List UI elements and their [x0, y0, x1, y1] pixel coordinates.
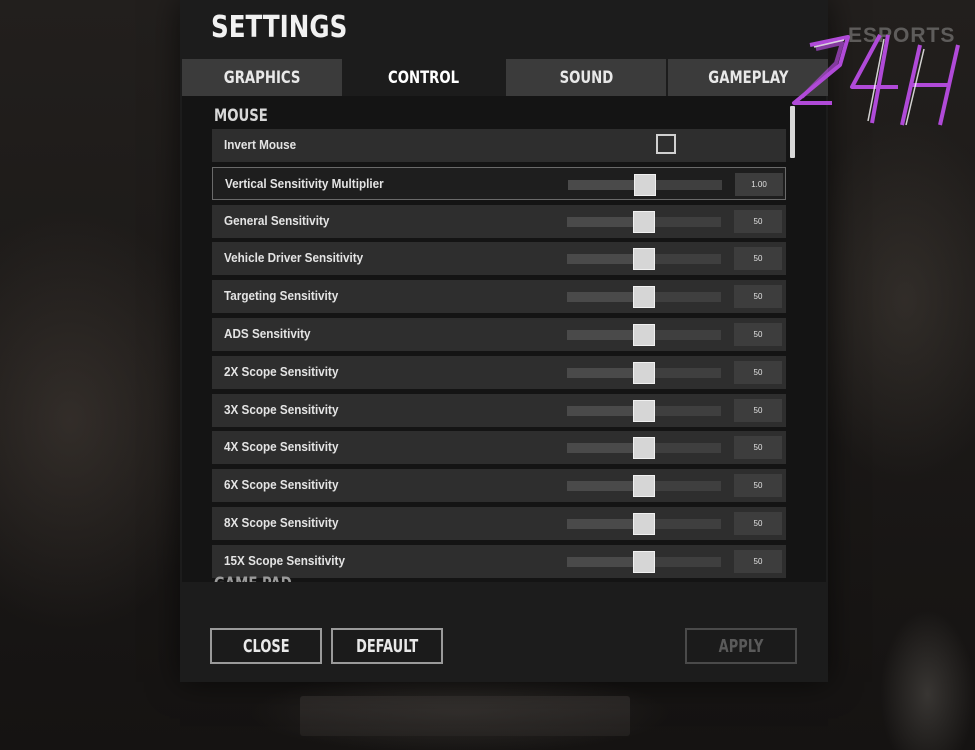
- close-button-label: CLOSE: [242, 635, 290, 657]
- setting-row[interactable]: 15X Scope Sensitivity 50: [212, 544, 786, 578]
- settings-window: SETTINGS GRAPHICS CONTROL SOUND GAMEPLAY…: [180, 0, 828, 682]
- settings-tabs: GRAPHICS CONTROL SOUND GAMEPLAY: [182, 59, 828, 96]
- setting-label: Targeting Sensitivity: [224, 288, 339, 304]
- setting-row[interactable]: Invert Mouse: [212, 129, 786, 162]
- sensitivity-value-field[interactable]: 50: [734, 209, 782, 233]
- setting-label: 3X Scope Sensitivity: [224, 401, 339, 417]
- tab-control[interactable]: CONTROL: [344, 59, 504, 96]
- apply-button-label: APPLY: [718, 635, 764, 657]
- slider-thumb[interactable]: [633, 286, 655, 309]
- setting-label: 2X Scope Sensitivity: [224, 363, 339, 379]
- setting-row[interactable]: ADS Sensitivity 50: [212, 318, 786, 351]
- tab-sound-label: SOUND: [559, 67, 613, 88]
- setting-label: 4X Scope Sensitivity: [224, 439, 339, 455]
- default-button[interactable]: DEFAULT: [331, 628, 443, 664]
- slider-thumb[interactable]: [633, 437, 655, 460]
- section-next-text: GAME PAD: [214, 574, 292, 582]
- slider-thumb[interactable]: [633, 324, 655, 346]
- sensitivity-slider[interactable]: [568, 173, 722, 196]
- tab-sound[interactable]: SOUND: [506, 59, 666, 96]
- slider-thumb[interactable]: [633, 399, 655, 422]
- slider-thumb[interactable]: [634, 173, 656, 196]
- setting-label: Vehicle Driver Sensitivity: [224, 250, 364, 266]
- section-title-mouse: MOUSE: [214, 106, 283, 126]
- slider-thumb[interactable]: [633, 550, 655, 573]
- sensitivity-value-field[interactable]: 50: [734, 323, 782, 346]
- setting-row[interactable]: General Sensitivity 50: [212, 204, 786, 238]
- setting-row[interactable]: 8X Scope Sensitivity 50: [212, 507, 786, 540]
- sensitivity-slider[interactable]: [567, 210, 721, 233]
- sensitivity-value-field[interactable]: 50: [734, 436, 782, 460]
- tab-control-label: CONTROL: [388, 67, 460, 88]
- invert-mouse-checkbox[interactable]: [656, 134, 676, 154]
- sensitivity-slider[interactable]: [567, 248, 721, 271]
- esports-24h-logo: [792, 34, 960, 126]
- section-title-next: GAME PAD: [214, 574, 314, 582]
- sensitivity-value-field[interactable]: 50: [734, 247, 782, 271]
- sensitivity-value-field[interactable]: 50: [734, 398, 782, 422]
- sensitivity-value-field[interactable]: 50: [734, 360, 782, 384]
- setting-label: 8X Scope Sensitivity: [224, 515, 339, 530]
- setting-row[interactable]: 6X Scope Sensitivity 50: [212, 469, 786, 503]
- default-button-label: DEFAULT: [355, 635, 419, 657]
- apply-button[interactable]: APPLY: [685, 628, 797, 664]
- close-button[interactable]: CLOSE: [210, 628, 322, 664]
- background-shelf: [300, 696, 630, 736]
- settings-title: SETTINGS: [211, 10, 348, 45]
- setting-row[interactable]: 3X Scope Sensitivity 50: [212, 393, 786, 427]
- sensitivity-value-field[interactable]: 50: [734, 512, 782, 535]
- sensitivity-slider[interactable]: [567, 286, 721, 309]
- setting-label: ADS Sensitivity: [224, 326, 311, 341]
- setting-label: Invert Mouse: [224, 137, 297, 152]
- sensitivity-value-field[interactable]: 50: [734, 549, 782, 573]
- sensitivity-value-field[interactable]: 50: [734, 285, 782, 309]
- background-lamp: [880, 610, 975, 750]
- sensitivity-slider[interactable]: [567, 513, 721, 535]
- setting-label: General Sensitivity: [224, 212, 330, 228]
- setting-row[interactable]: 2X Scope Sensitivity 50: [212, 355, 786, 389]
- setting-row[interactable]: Targeting Sensitivity 50: [212, 280, 786, 314]
- section-title-text: MOUSE: [214, 106, 268, 126]
- settings-content: MOUSE Invert Mouse Vertical Sensitivity M…: [182, 96, 826, 582]
- tab-gameplay-label: GAMEPLAY: [707, 67, 789, 88]
- setting-row[interactable]: Vertical Sensitivity Multiplier 1.00: [212, 166, 786, 200]
- sensitivity-slider[interactable]: [567, 437, 721, 460]
- slider-thumb[interactable]: [633, 475, 655, 498]
- tab-graphics[interactable]: GRAPHICS: [182, 59, 342, 96]
- setting-row[interactable]: Vehicle Driver Sensitivity 50: [212, 242, 786, 276]
- slider-thumb[interactable]: [633, 248, 655, 271]
- slider-thumb[interactable]: [633, 513, 655, 535]
- sensitivity-slider[interactable]: [567, 324, 721, 346]
- setting-row[interactable]: 4X Scope Sensitivity 50: [212, 431, 786, 465]
- sensitivity-slider[interactable]: [567, 550, 721, 573]
- sensitivity-value-field[interactable]: 1.00: [735, 172, 783, 196]
- slider-thumb[interactable]: [633, 210, 655, 233]
- tab-graphics-label: GRAPHICS: [223, 67, 301, 88]
- setting-label: Vertical Sensitivity Multiplier: [225, 175, 384, 191]
- sensitivity-value-field[interactable]: 50: [734, 474, 782, 498]
- sensitivity-slider[interactable]: [567, 361, 721, 384]
- setting-label: 6X Scope Sensitivity: [224, 477, 339, 493]
- slider-thumb[interactable]: [633, 361, 655, 384]
- setting-label: 15X Scope Sensitivity: [224, 552, 345, 568]
- sensitivity-slider[interactable]: [567, 399, 721, 422]
- sensitivity-slider[interactable]: [567, 475, 721, 498]
